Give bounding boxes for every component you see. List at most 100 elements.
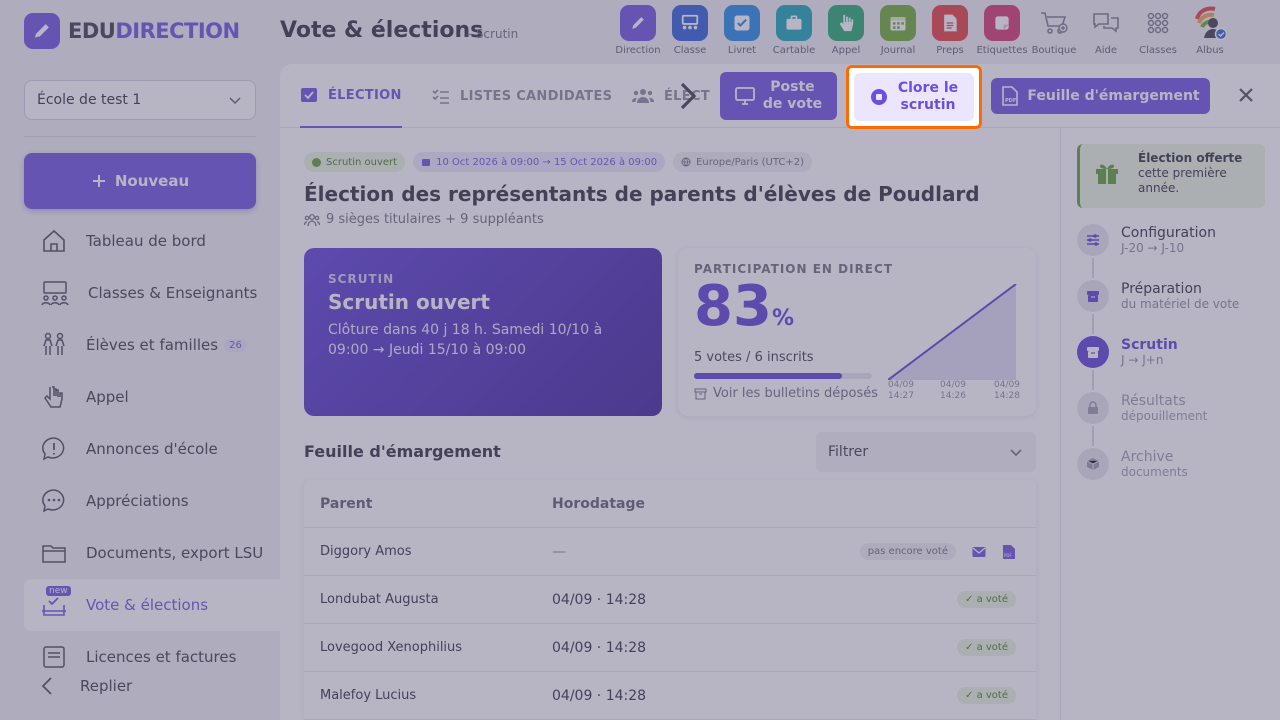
sidebar-item-announcements[interactable]: Annonces d'école	[24, 423, 280, 475]
app-aide[interactable]: Aide	[1080, 5, 1132, 56]
step-results[interactable]: Résultats dépouillement	[1077, 392, 1239, 448]
comment-icon	[42, 489, 65, 513]
chat-icon	[1088, 5, 1124, 41]
collapse-sidebar-button[interactable]: Replier	[40, 676, 132, 696]
ballot-box-icon	[1077, 336, 1109, 368]
election-meta: Scrutin ouvert 10 Oct 2026 à 09:00 → 15 …	[304, 152, 1036, 172]
app-journal[interactable]: Journal	[872, 5, 924, 56]
app-boutique[interactable]: Boutique	[1028, 5, 1080, 56]
sidebar-item-documents[interactable]: Documents, export LSU	[24, 527, 280, 579]
app-livret[interactable]: Livret	[716, 5, 768, 56]
pdf-icon[interactable]: PDF	[1002, 544, 1016, 560]
close-icon[interactable]	[1235, 84, 1257, 106]
tab-election[interactable]: ÉLECTION	[300, 64, 402, 128]
sidebar-item-appreciations[interactable]: Appréciations	[24, 475, 280, 527]
voting-station-button[interactable]: Poste de vote	[720, 72, 837, 120]
filter-select[interactable]: Filtrer	[816, 432, 1036, 472]
step-preparation[interactable]: Préparation du matériel de vote	[1077, 280, 1239, 336]
group-icon	[304, 213, 320, 226]
divider	[24, 136, 256, 137]
sidebar-item-dashboard[interactable]: Tableau de bord	[24, 215, 280, 267]
status-badge: ✓ a voté	[957, 639, 1016, 656]
stop-icon	[870, 89, 887, 105]
participation-sparkline	[888, 284, 1017, 380]
app-preps[interactable]: Preps	[924, 5, 976, 56]
sidebar-item-appel[interactable]: Appel	[24, 371, 280, 423]
app-etiquettes[interactable]: Etiquettes	[976, 5, 1028, 56]
chevron-left-icon	[41, 677, 52, 695]
box-icon	[1077, 280, 1109, 312]
cube-icon	[1077, 448, 1109, 480]
classroom-icon	[672, 5, 708, 41]
table-header: Parent Horodatage	[304, 480, 1036, 528]
page-subtitle: – Scrutin	[466, 27, 519, 41]
mail-icon[interactable]	[972, 546, 986, 558]
sparkline-tick: 04/09 14:27	[888, 380, 914, 401]
app-albus[interactable]: Albus	[1184, 5, 1236, 56]
new-button[interactable]: Nouveau	[24, 153, 256, 209]
table-row: Londubat Augusta 04/09 · 14:28 ✓ a voté	[304, 576, 1036, 624]
step-archive[interactable]: Archive documents	[1077, 448, 1239, 504]
hand-icon	[44, 386, 63, 408]
app-classes[interactable]: Classes	[1132, 5, 1184, 56]
progress-fill	[694, 373, 842, 379]
announcement-icon	[42, 437, 65, 461]
checklist-icon	[432, 89, 449, 104]
app-direction[interactable]: Direction	[612, 5, 664, 56]
tab-candidate-lists[interactable]: LISTES CANDIDATES	[432, 64, 612, 128]
plus-icon	[92, 175, 105, 187]
status-badge: ✓ a voté	[957, 687, 1016, 704]
pdf-icon: PDF	[1002, 86, 1019, 106]
sparkline-tick: 04/09 14:28	[994, 380, 1020, 401]
table-row: Malefoy Lucius 04/09 · 14:28 ✓ a voté	[304, 672, 1036, 720]
check-icon	[724, 5, 760, 41]
globe-icon	[681, 157, 691, 167]
new-badge: new	[46, 586, 71, 596]
signature-table: Parent Horodatage Diggory Amos — pas enc…	[304, 480, 1036, 720]
pencil-icon	[620, 5, 656, 41]
tab-voters[interactable]: ÉLECT	[632, 64, 710, 128]
close-vote-button[interactable]: Clore le scrutin	[854, 73, 974, 121]
calendar-icon	[422, 159, 431, 166]
sheet-title: Feuille d'émargement	[304, 442, 501, 461]
election-content: Scrutin ouvert 10 Oct 2026 à 09:00 → 15 …	[304, 152, 1036, 720]
seats-info: 9 sièges titulaires + 9 suppléants	[304, 212, 1036, 227]
sidebar-item-classes-teachers[interactable]: Classes & Enseignants	[24, 267, 280, 319]
brand-logo[interactable]: EDUDIRECTION	[24, 13, 240, 49]
count-badge: 26	[224, 338, 247, 352]
timezone-badge: Europe/Paris (UTC+2)	[673, 152, 812, 172]
brand-name: EDUDIRECTION	[68, 19, 240, 43]
step-configuration[interactable]: Configuration J-20 → J-10	[1077, 224, 1239, 280]
status-badge: ✓ a voté	[957, 591, 1016, 608]
sidebar-item-vote-elections[interactable]: new Vote & élections	[24, 579, 280, 631]
pencil-logo-icon	[24, 13, 60, 49]
briefcase-icon	[776, 5, 812, 41]
status-badge: pas encore voté	[859, 543, 956, 560]
tab-bar: ÉLECTION LISTES CANDIDATES ÉLECT Poste de…	[280, 64, 1280, 128]
chevron-down-icon	[229, 97, 241, 105]
app-launcher: Direction Classe Livret Cartable Appel J…	[612, 5, 1236, 56]
status-badge: Scrutin ouvert	[304, 152, 406, 172]
app-cartable[interactable]: Cartable	[768, 5, 820, 56]
step-scrutin[interactable]: Scrutin J → J+n	[1077, 336, 1239, 392]
table-row: Diggory Amos — pas encore voté PDF	[304, 528, 1036, 576]
view-ballots-link[interactable]: Voir les bulletins déposés	[694, 386, 1020, 401]
top-bar: EDUDIRECTION Vote & élections – Scrutin …	[0, 0, 1280, 64]
table-row: Lovegood Xenophilius 04/09 · 14:28 ✓ a v…	[304, 624, 1036, 672]
app-classe[interactable]: Classe	[664, 5, 716, 56]
people-icon	[41, 281, 69, 306]
monitor-icon	[734, 87, 755, 105]
school-select[interactable]: École de test 1	[24, 80, 256, 120]
sidebar-item-students-families[interactable]: Élèves et familles 26	[24, 319, 280, 371]
chevron-right-icon[interactable]	[676, 80, 698, 112]
app-appel[interactable]: Appel	[820, 5, 872, 56]
home-icon	[43, 229, 65, 252]
election-title: Élection des représentants de parents d'…	[304, 182, 980, 206]
group-icon	[632, 89, 654, 103]
sparkline-tick: 04/09 14:26	[940, 380, 966, 401]
label-icon	[984, 5, 1020, 41]
signature-sheet-button[interactable]: PDF Feuille d'émargement	[991, 78, 1210, 114]
workflow-rail: Élection offerte cette première année. C…	[1060, 128, 1280, 720]
sidebar: École de test 1 Nouveau Tableau de bord …	[0, 64, 280, 720]
avatar	[1192, 5, 1228, 41]
